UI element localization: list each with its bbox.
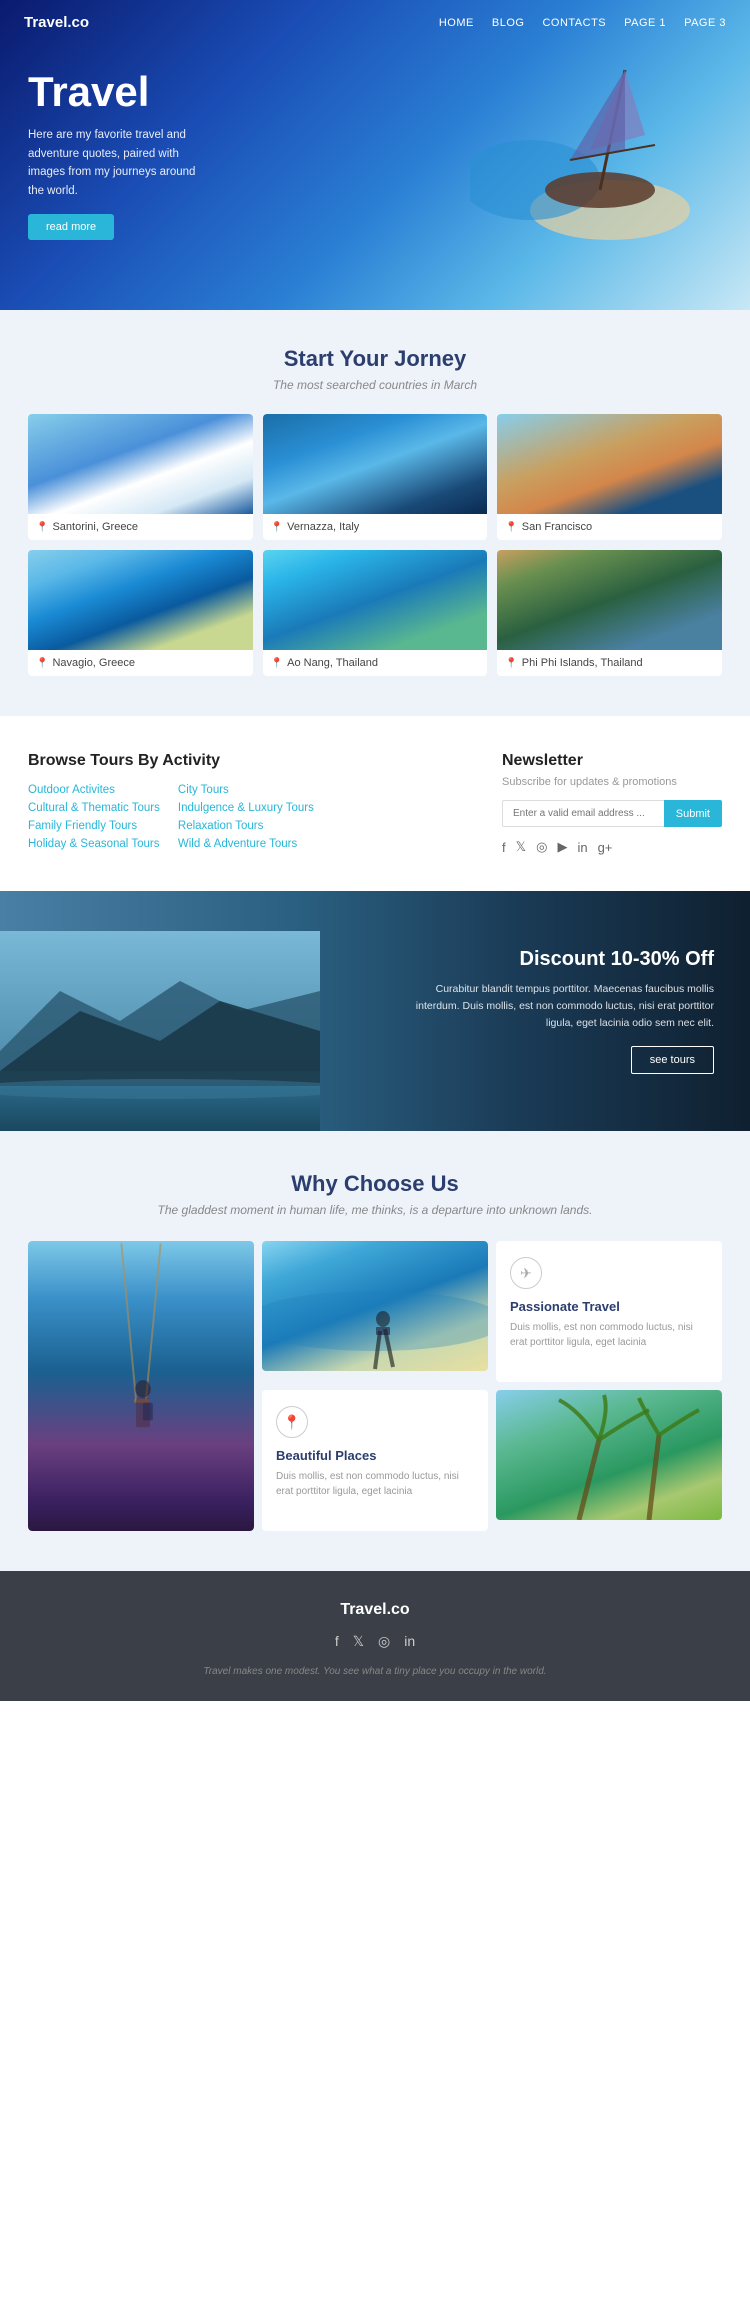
discount-content: Discount 10-30% Off Curabitur blandit te… [410,948,750,1073]
nav-links: HOME BLOG CONTACTS PAGE 1 PAGE 3 [439,17,726,29]
nav-blog[interactable]: BLOG [492,17,525,29]
facebook-icon[interactable]: f [502,840,506,855]
passionate-travel-icon: ✈ [510,1257,542,1289]
hero-title: Travel [28,68,213,116]
discount-heading: Discount 10-30% Off [410,948,714,971]
passionate-text: Duis mollis, est non commodo luctus, nis… [510,1320,708,1350]
nav-logo[interactable]: Travel.co [24,14,89,31]
dest-image-phiphi [497,550,722,650]
browse-indulgence[interactable]: Indulgence & Luxury Tours [178,802,314,814]
why-card-beautiful: 📍 Beautiful Places Duis mollis, est non … [262,1390,488,1531]
dest-card-3[interactable]: 📍 Navagio, Greece [28,550,253,676]
nav-page1[interactable]: PAGE 1 [624,17,666,29]
pin-icon: 📍 [505,658,517,669]
dest-label-navagio: 📍 Navagio, Greece [28,650,253,676]
pin-icon: 📍 [36,658,48,669]
mountain-svg [0,931,320,1131]
youtube-icon[interactable]: ▶ [557,839,567,855]
dest-label-aonang: 📍 Ao Nang, Thailand [263,650,488,676]
social-icons: f 𝕏 ◎ ▶ in g+ [502,839,722,855]
footer-twitter-icon[interactable]: 𝕏 [353,1633,364,1650]
browse-wild[interactable]: Wild & Adventure Tours [178,838,314,850]
why-swing-image [28,1241,254,1531]
footer-social-links: f 𝕏 ◎ in [28,1633,722,1650]
nav-page3[interactable]: PAGE 3 [684,17,726,29]
why-subtitle: The gladdest moment in human life, me th… [28,1203,722,1217]
why-beach-image [262,1241,488,1382]
see-tours-button[interactable]: see tours [631,1046,714,1074]
linkedin-icon[interactable]: in [577,840,587,855]
newsletter-subtitle: Subscribe for updates & promotions [502,776,722,788]
pin-icon: 📍 [36,522,48,533]
dest-image-sanfrancisco [497,414,722,514]
browse-newsletter-section: Browse Tours By Activity Outdoor Activit… [0,716,750,891]
why-heading: Why Choose Us [28,1171,722,1197]
browse-heading: Browse Tours By Activity [28,752,472,770]
footer: Travel.co f 𝕏 ◎ in Travel makes one mode… [0,1571,750,1701]
instagram-icon[interactable]: ◎ [536,839,547,855]
why-section: Why Choose Us The gladdest moment in hum… [0,1131,750,1571]
hero-section: Travel Here are my favorite travel and a… [0,0,750,310]
browse-relaxation[interactable]: Relaxation Tours [178,820,314,832]
newsletter-form: Submit [502,800,722,827]
browse-tours-column: Browse Tours By Activity Outdoor Activit… [28,752,472,855]
dest-label-phiphi: 📍 Phi Phi Islands, Thailand [497,650,722,676]
footer-instagram-icon[interactable]: ◎ [378,1633,390,1650]
why-card-passionate: ✈ Passionate Travel Duis mollis, est non… [496,1241,722,1382]
destinations-grid: 📍 Santorini, Greece 📍 Vernazza, Italy 📍 … [28,414,722,676]
dest-label-santorini: 📍 Santorini, Greece [28,514,253,540]
beautiful-text: Duis mollis, est non commodo luctus, nis… [276,1469,474,1499]
dest-card-1[interactable]: 📍 Vernazza, Italy [263,414,488,540]
hero-boat-image [470,40,690,240]
browse-city[interactable]: City Tours [178,784,314,796]
destinations-subtitle: The most searched countries in March [28,378,722,392]
pin-icon: 📍 [271,658,283,669]
footer-linkedin-icon[interactable]: in [404,1633,415,1650]
pin-icon: 📍 [271,522,283,533]
passionate-title: Passionate Travel [510,1299,708,1314]
why-palm-image [496,1390,722,1531]
googleplus-icon[interactable]: g+ [598,840,613,855]
hero-content: Travel Here are my favorite travel and a… [28,68,213,240]
beautiful-places-icon: 📍 [276,1406,308,1438]
browse-col-1: Outdoor Activites Cultural & Thematic To… [28,784,160,850]
pin-icon: 📍 [505,522,517,533]
hero-description: Here are my favorite travel and adventur… [28,126,213,200]
beautiful-title: Beautiful Places [276,1448,474,1463]
why-grid: ✈ Passionate Travel Duis mollis, est non… [28,1241,722,1531]
browse-cultural[interactable]: Cultural & Thematic Tours [28,802,160,814]
newsletter-submit-button[interactable]: Submit [664,800,722,827]
dest-label-sanfrancisco: 📍 San Francisco [497,514,722,540]
nav-home[interactable]: HOME [439,17,474,29]
dest-card-5[interactable]: 📍 Phi Phi Islands, Thailand [497,550,722,676]
discount-body: Curabitur blandit tempus porttitor. Maec… [410,981,714,1031]
dest-image-santorini [28,414,253,514]
destinations-section: Start Your Jorney The most searched coun… [0,310,750,716]
dest-label-vernazza: 📍 Vernazza, Italy [263,514,488,540]
dest-card-0[interactable]: 📍 Santorini, Greece [28,414,253,540]
dest-image-aonang [263,550,488,650]
nav-contacts[interactable]: CONTACTS [542,17,606,29]
newsletter-email-input[interactable] [502,800,664,827]
newsletter-column: Newsletter Subscribe for updates & promo… [502,752,722,855]
browse-columns: Outdoor Activites Cultural & Thematic To… [28,784,472,850]
navbar: Travel.co HOME BLOG CONTACTS PAGE 1 PAGE… [0,0,750,45]
browse-holiday[interactable]: Holiday & Seasonal Tours [28,838,160,850]
dest-card-4[interactable]: 📍 Ao Nang, Thailand [263,550,488,676]
dest-image-navagio [28,550,253,650]
discount-banner: Discount 10-30% Off Curabitur blandit te… [0,891,750,1131]
dest-image-vernazza [263,414,488,514]
footer-facebook-icon[interactable]: f [335,1633,339,1650]
browse-outdoor[interactable]: Outdoor Activites [28,784,160,796]
browse-family[interactable]: Family Friendly Tours [28,820,160,832]
twitter-icon[interactable]: 𝕏 [516,839,526,855]
footer-tagline: Travel makes one modest. You see what a … [28,1666,722,1677]
footer-logo: Travel.co [28,1601,722,1619]
dest-card-2[interactable]: 📍 San Francisco [497,414,722,540]
hero-read-more-button[interactable]: read more [28,214,114,240]
newsletter-heading: Newsletter [502,752,722,770]
browse-col-2: City Tours Indulgence & Luxury Tours Rel… [178,784,314,850]
destinations-heading: Start Your Jorney [28,346,722,372]
